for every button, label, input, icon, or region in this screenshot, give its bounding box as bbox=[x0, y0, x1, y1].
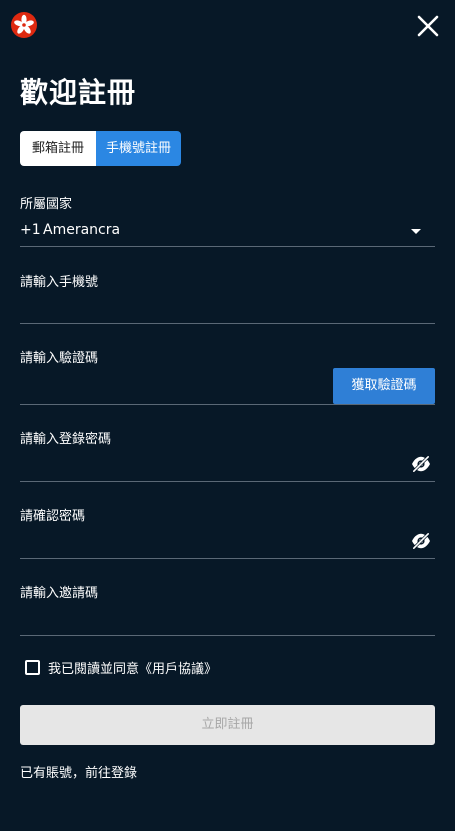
invite-label: 請輸入邀請碼 bbox=[20, 586, 99, 601]
agreement-text: 我已閱讀並同意《用戶協議》 bbox=[48, 662, 218, 677]
tab-phone-register[interactable]: 手機號註冊 bbox=[96, 131, 182, 166]
agreement-checkbox-row[interactable]: 我已閱讀並同意《用戶協議》 bbox=[25, 658, 217, 677]
close-icon[interactable] bbox=[415, 13, 441, 39]
confirm-password-label: 請確認密碼 bbox=[20, 509, 86, 524]
verify-label: 請輸入驗證碼 bbox=[20, 351, 99, 366]
page-title: 歡迎註冊 bbox=[20, 76, 137, 109]
login-link[interactable]: 已有賬號，前往登錄 bbox=[20, 762, 137, 781]
divider bbox=[20, 323, 435, 324]
divider bbox=[20, 246, 435, 247]
divider bbox=[20, 635, 435, 636]
eye-off-icon[interactable] bbox=[410, 455, 432, 473]
confirm-password-input[interactable] bbox=[20, 527, 394, 557]
phone-label: 請輸入手機號 bbox=[20, 275, 99, 290]
checkbox-icon[interactable] bbox=[25, 660, 40, 675]
password-label: 請輸入登錄密碼 bbox=[20, 432, 112, 447]
eye-off-icon[interactable] bbox=[410, 532, 432, 550]
country-name: Amerancra bbox=[43, 222, 121, 238]
register-submit-button[interactable]: 立即註冊 bbox=[20, 705, 435, 745]
password-input[interactable] bbox=[20, 450, 394, 480]
verify-code-input[interactable] bbox=[20, 373, 324, 403]
country-code: +1 bbox=[20, 222, 41, 238]
tab-email-register[interactable]: 郵箱註冊 bbox=[20, 131, 96, 166]
divider bbox=[20, 404, 435, 405]
divider bbox=[20, 481, 435, 482]
register-tabs: 郵箱註冊 手機號註冊 bbox=[20, 131, 182, 166]
divider bbox=[20, 558, 435, 559]
caret-down-icon bbox=[411, 229, 421, 234]
get-code-button[interactable]: 獲取驗證碼 bbox=[333, 368, 435, 404]
country-select[interactable]: +1 Amerancra bbox=[20, 218, 435, 244]
phone-input[interactable] bbox=[20, 293, 394, 323]
hong-kong-flag-logo bbox=[11, 12, 37, 38]
invite-code-input[interactable] bbox=[20, 604, 394, 634]
country-label: 所屬國家 bbox=[20, 197, 73, 212]
